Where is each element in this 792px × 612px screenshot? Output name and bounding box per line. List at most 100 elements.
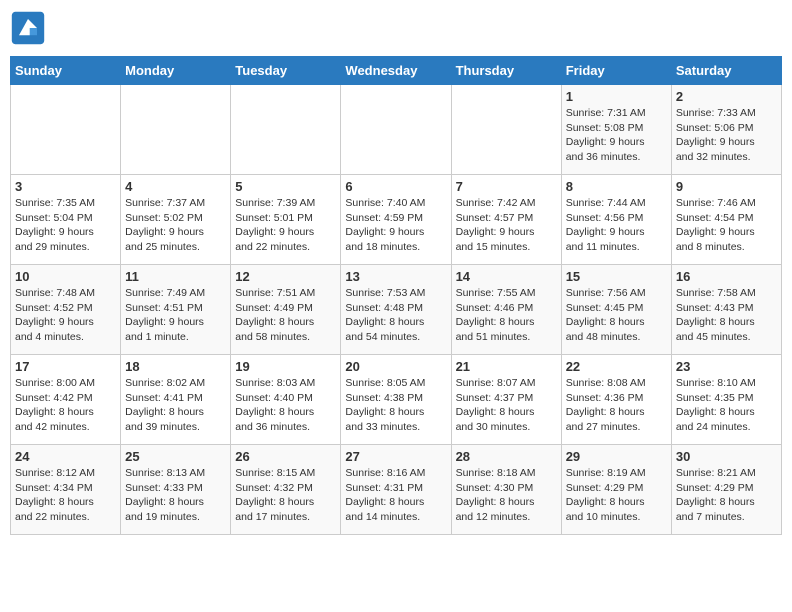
day-info: Sunrise: 7:46 AM Sunset: 4:54 PM Dayligh… [676, 196, 777, 255]
day-number: 3 [15, 179, 116, 194]
calendar-cell: 23 Sunrise: 8:10 AM Sunset: 4:35 PM Dayli… [671, 355, 781, 445]
day-number: 1 [566, 89, 667, 104]
day-number: 14 [456, 269, 557, 284]
calendar-cell: 10 Sunrise: 7:48 AM Sunset: 4:52 PM Dayli… [11, 265, 121, 355]
day-number: 20 [345, 359, 446, 374]
calendar-cell: 7 Sunrise: 7:42 AM Sunset: 4:57 PM Daylig… [451, 175, 561, 265]
day-number: 6 [345, 179, 446, 194]
calendar-cell: 8Sunrise: 7:44 AM Sunset: 4:56 PM Daylig… [561, 175, 671, 265]
calendar-cell: 13 Sunrise: 7:53 AM Sunset: 4:48 PM Dayli… [341, 265, 451, 355]
day-number: 24 [15, 449, 116, 464]
day-info: Sunrise: 8:21 AM Sunset: 4:29 PM Dayligh… [676, 466, 777, 525]
calendar-cell: 19 Sunrise: 8:03 AM Sunset: 4:40 PM Dayli… [231, 355, 341, 445]
calendar-cell: 27Sunrise: 8:16 AM Sunset: 4:31 PM Dayli… [341, 445, 451, 535]
day-info: Sunrise: 7:44 AM Sunset: 4:56 PM Dayligh… [566, 196, 667, 255]
calendar-week-row: 10 Sunrise: 7:48 AM Sunset: 4:52 PM Dayli… [11, 265, 782, 355]
calendar-cell: 18 Sunrise: 8:02 AM Sunset: 4:41 PM Dayli… [121, 355, 231, 445]
logo-icon [10, 10, 46, 46]
calendar-week-row: 17 Sunrise: 8:00 AM Sunset: 4:42 PM Dayli… [11, 355, 782, 445]
day-number: 23 [676, 359, 777, 374]
day-number: 11 [125, 269, 226, 284]
day-number: 19 [235, 359, 336, 374]
calendar-cell: 21Sunrise: 8:07 AM Sunset: 4:37 PM Dayli… [451, 355, 561, 445]
day-number: 29 [566, 449, 667, 464]
day-info: Sunrise: 8:13 AM Sunset: 4:33 PM Dayligh… [125, 466, 226, 525]
day-info: Sunrise: 8:02 AM Sunset: 4:41 PM Dayligh… [125, 376, 226, 435]
calendar-cell: 2 Sunrise: 7:33 AM Sunset: 5:06 PM Daylig… [671, 85, 781, 175]
calendar-cell: 15 Sunrise: 7:56 AM Sunset: 4:45 PM Dayli… [561, 265, 671, 355]
day-number: 16 [676, 269, 777, 284]
day-info: Sunrise: 8:00 AM Sunset: 4:42 PM Dayligh… [15, 376, 116, 435]
calendar-cell: 25 Sunrise: 8:13 AM Sunset: 4:33 PM Dayli… [121, 445, 231, 535]
day-info: Sunrise: 8:15 AM Sunset: 4:32 PM Dayligh… [235, 466, 336, 525]
calendar-cell: 24 Sunrise: 8:12 AM Sunset: 4:34 PM Dayli… [11, 445, 121, 535]
day-info: Sunrise: 7:40 AM Sunset: 4:59 PM Dayligh… [345, 196, 446, 255]
calendar-cell: 6 Sunrise: 7:40 AM Sunset: 4:59 PM Daylig… [341, 175, 451, 265]
day-number: 4 [125, 179, 226, 194]
day-number: 27 [345, 449, 446, 464]
calendar-cell: 29 Sunrise: 8:19 AM Sunset: 4:29 PM Dayli… [561, 445, 671, 535]
day-number: 7 [456, 179, 557, 194]
calendar-cell: 11 Sunrise: 7:49 AM Sunset: 4:51 PM Dayli… [121, 265, 231, 355]
calendar-cell [451, 85, 561, 175]
day-number: 25 [125, 449, 226, 464]
day-number: 28 [456, 449, 557, 464]
day-number: 22 [566, 359, 667, 374]
calendar-cell: 30Sunrise: 8:21 AM Sunset: 4:29 PM Dayli… [671, 445, 781, 535]
calendar-cell: 26 Sunrise: 8:15 AM Sunset: 4:32 PM Dayli… [231, 445, 341, 535]
calendar-header-row: SundayMondayTuesdayWednesdayThursdayFrid… [11, 57, 782, 85]
day-info: Sunrise: 7:37 AM Sunset: 5:02 PM Dayligh… [125, 196, 226, 255]
day-info: Sunrise: 8:19 AM Sunset: 4:29 PM Dayligh… [566, 466, 667, 525]
day-number: 17 [15, 359, 116, 374]
calendar-cell: 9Sunrise: 7:46 AM Sunset: 4:54 PM Daylig… [671, 175, 781, 265]
day-number: 26 [235, 449, 336, 464]
calendar-week-row: 24 Sunrise: 8:12 AM Sunset: 4:34 PM Dayli… [11, 445, 782, 535]
calendar-cell: 5Sunrise: 7:39 AM Sunset: 5:01 PM Daylig… [231, 175, 341, 265]
calendar-cell: 22 Sunrise: 8:08 AM Sunset: 4:36 PM Dayli… [561, 355, 671, 445]
calendar-cell: 4 Sunrise: 7:37 AM Sunset: 5:02 PM Daylig… [121, 175, 231, 265]
calendar-cell: 17 Sunrise: 8:00 AM Sunset: 4:42 PM Dayli… [11, 355, 121, 445]
day-info: Sunrise: 7:49 AM Sunset: 4:51 PM Dayligh… [125, 286, 226, 345]
day-number: 10 [15, 269, 116, 284]
day-info: Sunrise: 7:31 AM Sunset: 5:08 PM Dayligh… [566, 106, 667, 165]
calendar-cell: 16 Sunrise: 7:58 AM Sunset: 4:43 PM Dayli… [671, 265, 781, 355]
calendar-cell [231, 85, 341, 175]
day-header-saturday: Saturday [671, 57, 781, 85]
calendar-cell [121, 85, 231, 175]
calendar-cell: 12 Sunrise: 7:51 AM Sunset: 4:49 PM Dayli… [231, 265, 341, 355]
calendar-cell: 28 Sunrise: 8:18 AM Sunset: 4:30 PM Dayli… [451, 445, 561, 535]
day-info: Sunrise: 7:42 AM Sunset: 4:57 PM Dayligh… [456, 196, 557, 255]
day-info: Sunrise: 7:35 AM Sunset: 5:04 PM Dayligh… [15, 196, 116, 255]
calendar-cell [11, 85, 121, 175]
day-header-thursday: Thursday [451, 57, 561, 85]
day-info: Sunrise: 7:48 AM Sunset: 4:52 PM Dayligh… [15, 286, 116, 345]
day-number: 12 [235, 269, 336, 284]
day-info: Sunrise: 8:18 AM Sunset: 4:30 PM Dayligh… [456, 466, 557, 525]
day-number: 18 [125, 359, 226, 374]
day-number: 13 [345, 269, 446, 284]
calendar-table: SundayMondayTuesdayWednesdayThursdayFrid… [10, 56, 782, 535]
day-header-friday: Friday [561, 57, 671, 85]
day-number: 2 [676, 89, 777, 104]
day-info: Sunrise: 8:03 AM Sunset: 4:40 PM Dayligh… [235, 376, 336, 435]
day-number: 5 [235, 179, 336, 194]
day-info: Sunrise: 7:33 AM Sunset: 5:06 PM Dayligh… [676, 106, 777, 165]
day-info: Sunrise: 7:53 AM Sunset: 4:48 PM Dayligh… [345, 286, 446, 345]
calendar-cell: 1 Sunrise: 7:31 AM Sunset: 5:08 PM Daylig… [561, 85, 671, 175]
day-info: Sunrise: 8:05 AM Sunset: 4:38 PM Dayligh… [345, 376, 446, 435]
calendar-cell: 3 Sunrise: 7:35 AM Sunset: 5:04 PM Daylig… [11, 175, 121, 265]
calendar-week-row: 1 Sunrise: 7:31 AM Sunset: 5:08 PM Daylig… [11, 85, 782, 175]
day-number: 15 [566, 269, 667, 284]
day-info: Sunrise: 7:56 AM Sunset: 4:45 PM Dayligh… [566, 286, 667, 345]
day-header-sunday: Sunday [11, 57, 121, 85]
day-header-wednesday: Wednesday [341, 57, 451, 85]
day-number: 21 [456, 359, 557, 374]
day-header-tuesday: Tuesday [231, 57, 341, 85]
calendar-week-row: 3 Sunrise: 7:35 AM Sunset: 5:04 PM Daylig… [11, 175, 782, 265]
day-info: Sunrise: 7:51 AM Sunset: 4:49 PM Dayligh… [235, 286, 336, 345]
calendar-cell: 20 Sunrise: 8:05 AM Sunset: 4:38 PM Dayli… [341, 355, 451, 445]
day-info: Sunrise: 8:08 AM Sunset: 4:36 PM Dayligh… [566, 376, 667, 435]
day-info: Sunrise: 7:58 AM Sunset: 4:43 PM Dayligh… [676, 286, 777, 345]
day-info: Sunrise: 8:12 AM Sunset: 4:34 PM Dayligh… [15, 466, 116, 525]
day-info: Sunrise: 8:10 AM Sunset: 4:35 PM Dayligh… [676, 376, 777, 435]
